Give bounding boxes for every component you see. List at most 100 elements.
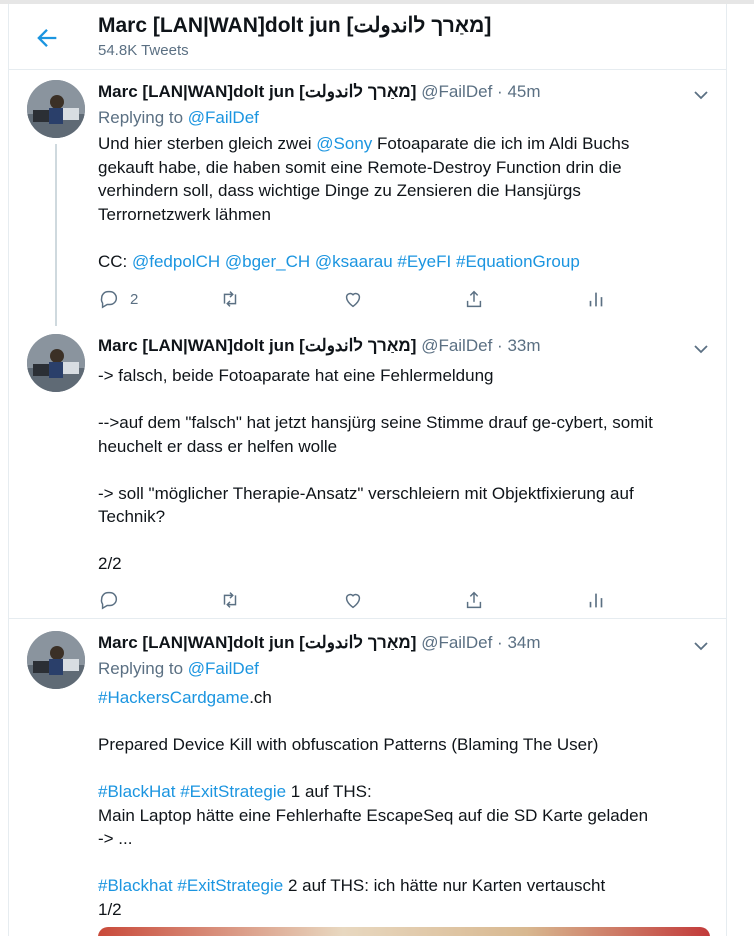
share-button[interactable] — [463, 588, 485, 612]
tweet-media-image[interactable] — [98, 927, 710, 936]
timeline-column: Marc [LAN|WAN]dolt jun [מאַרך לاندولت] 5… — [8, 4, 727, 936]
avatar-image — [27, 631, 85, 689]
replying-prefix: Replying to — [98, 108, 188, 127]
separator-dot: · — [497, 336, 503, 355]
text-segment: 2 auf THS: ich hätte nur Karten vertausc… — [283, 876, 606, 895]
text-line: -> soll "möglicher Therapie-Ansatz" vers… — [98, 483, 634, 503]
text-segment: 1 auf THS: — [286, 782, 372, 801]
separator-dot: · — [497, 82, 503, 101]
tweet-text: -> falsch, beide Fotoaparate hat eine Fe… — [98, 364, 698, 576]
chevron-down-icon — [694, 91, 708, 100]
tweet-header: Marc [LAN|WAN]dolt jun [מאַרך לاندولت] @… — [98, 633, 541, 653]
hashtag-link[interactable]: #ExitStrategie — [177, 876, 283, 895]
text-segment: Und hier sterben gleich zwei — [98, 134, 317, 153]
tweet[interactable]: Marc [LAN|WAN]dolt jun [מאַרך לاندولت] @… — [9, 70, 726, 326]
retweet-icon — [223, 291, 237, 307]
tweet-text: #HackersCardgame.ch Prepared Device Kill… — [98, 686, 698, 921]
text-line: Terrornetzwerk lähmen — [98, 204, 271, 224]
tweet[interactable]: Marc [LAN|WAN]dolt jun [מאַרך לاندولت] @… — [9, 324, 726, 619]
tweet-count: 54.8K Tweets — [98, 42, 189, 59]
reply-icon — [100, 591, 118, 610]
retweet-button[interactable] — [219, 287, 241, 311]
share-icon — [466, 290, 482, 308]
share-icon — [466, 591, 482, 609]
chevron-down-icon — [694, 642, 708, 651]
timestamp[interactable]: 34m — [507, 633, 540, 652]
tweet-actions: 2 — [98, 287, 618, 313]
mention-link[interactable]: @bger_CH — [225, 252, 310, 271]
reply-count: 2 — [130, 290, 139, 308]
avatar[interactable] — [27, 80, 85, 138]
page-title: Marc [LAN|WAN]dolt jun [מאַרך לاندولت] — [98, 14, 492, 37]
mention-link[interactable]: @ksaarau — [315, 252, 393, 271]
analytics-button[interactable] — [585, 287, 607, 311]
share-button[interactable] — [463, 287, 485, 311]
text-segment: .ch — [249, 688, 272, 707]
hashtag-link[interactable]: #HackersCardgame — [98, 688, 249, 707]
like-icon — [345, 292, 361, 308]
text-line: Prepared Device Kill with obfuscation Pa… — [98, 735, 599, 754]
profile-header: Marc [LAN|WAN]dolt jun [מאַרך לاندولت] 5… — [9, 4, 726, 70]
text-line: 2/2 — [98, 554, 122, 573]
handle[interactable]: @FailDef — [421, 82, 492, 101]
mention-link[interactable]: @fedpolCH — [132, 252, 220, 271]
tweet[interactable]: Marc [LAN|WAN]dolt jun [מאַרך לاندولت] @… — [9, 619, 726, 936]
replying-handle-link[interactable]: @FailDef — [188, 659, 259, 678]
avatar[interactable] — [27, 631, 85, 689]
mention-link[interactable]: @Sony — [316, 134, 372, 153]
like-button[interactable] — [342, 287, 364, 311]
display-name[interactable]: Marc [LAN|WAN]dolt jun [מאַרך לاندولت] — [98, 633, 416, 652]
text-line: Main Laptop hätte eine Fehlerhafte Escap… — [98, 805, 649, 825]
analytics-icon — [589, 292, 603, 307]
text-line: Technik? — [98, 507, 166, 526]
tweet-text: Und hier sterben gleich zwei @Sony Fotoa… — [98, 132, 698, 273]
avatar[interactable] — [27, 334, 85, 392]
reply-icon — [100, 290, 118, 309]
handle[interactable]: @FailDef — [421, 336, 492, 355]
avatar-image — [27, 334, 85, 392]
replying-to: Replying to @FailDef — [98, 659, 259, 679]
text-line: -->auf dem "falsch" hat jetzt hansjürg s… — [98, 413, 653, 432]
back-arrow-icon — [37, 29, 57, 47]
tweet-header: Marc [LAN|WAN]dolt jun [מאַרך לاندولت] @… — [98, 82, 541, 102]
back-button[interactable] — [33, 24, 61, 52]
hashtag-link[interactable]: #Blackhat — [98, 876, 173, 895]
text-segment: Fotoaparate die ich im Aldi Buchs — [372, 134, 630, 153]
replying-prefix: Replying to — [98, 659, 188, 678]
replying-handle-link[interactable]: @FailDef — [188, 108, 259, 127]
display-name[interactable]: Marc [LAN|WAN]dolt jun [מאַרך לاندولت] — [98, 336, 416, 355]
timestamp[interactable]: 45m — [507, 82, 540, 101]
text-line: verhindern soll, dass wichtige Dinge zu … — [98, 181, 581, 200]
like-icon — [345, 593, 361, 609]
more-options-button[interactable] — [691, 85, 711, 105]
chevron-down-icon — [694, 345, 708, 354]
tweet-header: Marc [LAN|WAN]dolt jun [מאַרך לاندولت] @… — [98, 336, 541, 356]
tweet-actions — [98, 588, 618, 614]
handle[interactable]: @FailDef — [421, 633, 492, 652]
cc-label: CC: — [98, 251, 132, 271]
more-options-button[interactable] — [691, 636, 711, 656]
hashtag-link[interactable]: #EyeFI — [397, 252, 451, 271]
hashtag-link[interactable]: #EquationGroup — [456, 252, 580, 271]
timestamp[interactable]: 33m — [507, 336, 540, 355]
text-line: gekauft habe, die haben somit eine Remot… — [98, 157, 622, 177]
reply-button[interactable] — [98, 588, 120, 612]
text-line: -> falsch, beide Fotoaparate hat eine Fe… — [98, 366, 494, 385]
text-line: 1/2 — [98, 899, 122, 919]
retweet-button[interactable] — [219, 588, 241, 612]
like-button[interactable] — [342, 588, 364, 612]
thread-connector — [55, 144, 57, 326]
separator-dot: · — [497, 633, 503, 652]
text-line: heuchelt er dass er helfen wolle — [98, 436, 338, 456]
replying-to: Replying to @FailDef — [98, 108, 259, 128]
reply-button[interactable]: 2 — [98, 287, 138, 311]
retweet-icon — [223, 592, 237, 608]
analytics-icon — [589, 593, 603, 608]
avatar-image — [27, 80, 85, 138]
analytics-button[interactable] — [585, 588, 607, 612]
hashtag-link[interactable]: #BlackHat — [98, 782, 175, 801]
more-options-button[interactable] — [691, 339, 711, 359]
display-name[interactable]: Marc [LAN|WAN]dolt jun [מאַרך לاندولت] — [98, 82, 416, 101]
hashtag-link[interactable]: #ExitStrategie — [180, 782, 286, 801]
text-line: -> ... — [98, 829, 133, 848]
